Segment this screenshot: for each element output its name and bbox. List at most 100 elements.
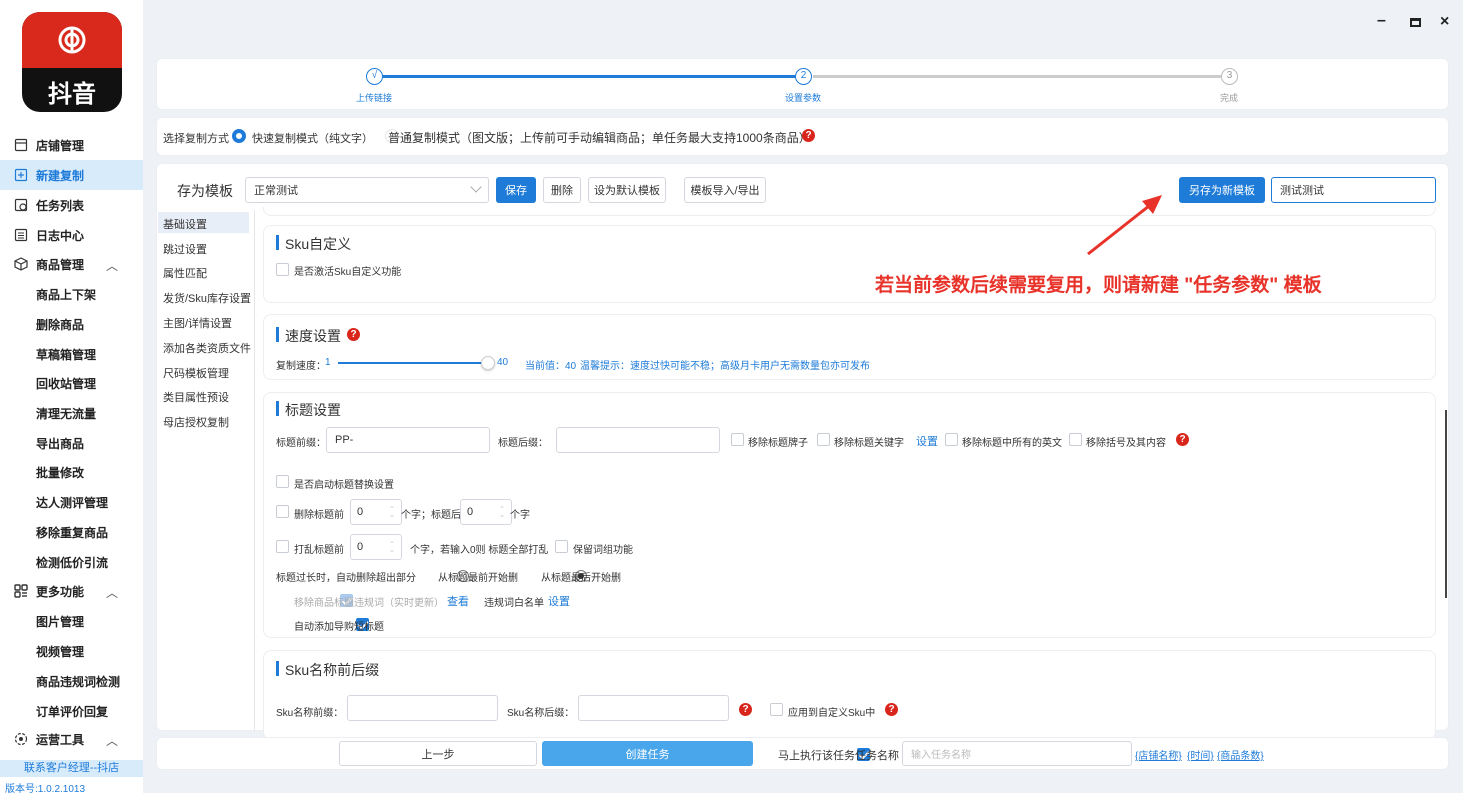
sidebar-subitem[interactable]: 图片管理 xyxy=(36,613,84,630)
step-line-done xyxy=(383,75,796,78)
activate-sku-custom-checkbox[interactable] xyxy=(276,263,289,276)
insert-store-name-link[interactable]: {店铺名称} xyxy=(1135,747,1182,762)
sidebar-subitem[interactable]: 视频管理 xyxy=(36,643,84,660)
remove-brackets-checkbox[interactable] xyxy=(1069,433,1082,446)
remove-brand-checkbox[interactable] xyxy=(731,433,744,446)
help-icon[interactable]: ? xyxy=(1176,433,1189,446)
sidebar-group-ops[interactable]: 运营工具 ︿ xyxy=(0,724,143,754)
create-task-button[interactable]: 创建任务 xyxy=(542,741,753,766)
delete-before-stepper[interactable]: 0 ⌃ ⌄ xyxy=(350,499,402,525)
sidebar-subitem[interactable]: 商品违规词检测 xyxy=(36,673,120,690)
chars-title-after-label: 个字；标题后 xyxy=(401,510,461,521)
stepper-value: 0 xyxy=(467,506,474,518)
title-prefix-input[interactable]: PP- xyxy=(326,427,490,453)
tab-attr-match[interactable]: 属性匹配 xyxy=(163,265,207,281)
sidebar-subitem[interactable]: 达人测评管理 xyxy=(36,494,108,511)
sidebar-subitem[interactable]: 删除商品 xyxy=(36,316,84,333)
sidebar-subitem[interactable]: 移除重复商品 xyxy=(36,524,108,541)
sku-suffix-label: Sku名称后缀： xyxy=(507,708,575,719)
run-now-label: 马上执行该任务 xyxy=(778,750,855,762)
help-icon[interactable]: ? xyxy=(885,703,898,716)
tab-image-detail[interactable]: 主图/详情设置 xyxy=(163,315,232,331)
step-line-pending xyxy=(813,75,1221,78)
fast-mode-label[interactable]: 快速复制模式（纯文字） xyxy=(252,130,373,146)
remove-keywords-checkbox[interactable] xyxy=(817,433,830,446)
sku-suffix-input[interactable] xyxy=(578,695,729,721)
tab-basic[interactable]: 基础设置 xyxy=(163,216,207,232)
logo-text: 抖音 xyxy=(48,81,96,108)
help-icon[interactable]: ? xyxy=(347,328,360,341)
tab-size-template[interactable]: 尺码模板管理 xyxy=(163,365,229,381)
remove-english-label: 移除标题中所有的英文 xyxy=(962,438,1062,449)
sidebar-subitem[interactable]: 商品上下架 xyxy=(36,286,96,303)
view-violation-link[interactable]: 查看 xyxy=(447,593,469,609)
tab-category-preset[interactable]: 类目属性预设 xyxy=(163,389,229,405)
title-suffix-input[interactable] xyxy=(556,427,720,453)
contact-manager-link[interactable]: 联系客户经理--抖店 xyxy=(0,760,143,777)
maximize-button[interactable] xyxy=(1410,18,1421,27)
help-icon[interactable]: ? xyxy=(802,129,815,142)
task-name-input[interactable]: 输入任务名称 xyxy=(902,741,1132,766)
prev-step-button[interactable]: 上一步 xyxy=(339,741,537,766)
enable-replace-checkbox[interactable] xyxy=(276,475,289,488)
keep-phrase-checkbox[interactable] xyxy=(555,540,568,553)
insert-time-link[interactable]: {时间} xyxy=(1187,747,1214,762)
insert-goods-count-link[interactable]: {商品条数} xyxy=(1217,747,1264,762)
sidebar-subitem[interactable]: 订单评价回复 xyxy=(36,703,108,720)
sidebar-group-goods[interactable]: 商品管理 ︿ xyxy=(0,249,143,279)
speed-slider-track[interactable] xyxy=(338,362,488,364)
save-new-template-button[interactable]: 另存为新模板 xyxy=(1179,177,1265,203)
sidebar-item-store[interactable]: 店铺管理 xyxy=(0,130,143,160)
sidebar-item-log[interactable]: 日志中心 xyxy=(0,220,143,250)
sidebar-subitem[interactable]: 批量修改 xyxy=(36,464,84,481)
chevron-up-icon: ︿ xyxy=(106,586,119,600)
sidebar-group-more[interactable]: 更多功能 ︿ xyxy=(0,576,143,606)
tab-shipping-sku[interactable]: 发货/Sku库存设置 xyxy=(163,290,251,306)
new-template-name-input[interactable]: 测试测试 xyxy=(1271,177,1436,203)
close-button[interactable]: × xyxy=(1440,13,1449,31)
import-export-button[interactable]: 模板导入/导出 xyxy=(684,177,766,203)
chars-label: 个字 xyxy=(510,510,530,521)
tab-auth-copy[interactable]: 母店授权复制 xyxy=(163,414,229,430)
tab-skip[interactable]: 跳过设置 xyxy=(163,241,207,257)
sidebar-subitem[interactable]: 检测低价引流 xyxy=(36,554,108,571)
app-logo: 抖音 xyxy=(22,12,122,112)
sidebar-subitem[interactable]: 导出商品 xyxy=(36,435,84,452)
tab-qualification[interactable]: 添加各类资质文件 xyxy=(163,340,251,356)
save-button[interactable]: 保存 xyxy=(496,177,536,203)
content-top-border xyxy=(263,207,1436,216)
sidebar-group-label: 运营工具 xyxy=(36,732,85,747)
set-default-button[interactable]: 设为默认模板 xyxy=(588,177,666,203)
version-label: 版本号:1.0.2.1013 xyxy=(5,784,86,793)
fast-mode-radio[interactable] xyxy=(232,129,246,143)
stepper-arrows-icon[interactable]: ⌃ ⌄ xyxy=(387,541,397,554)
remove-english-checkbox[interactable] xyxy=(945,433,958,446)
sidebar-subitem[interactable]: 草稿箱管理 xyxy=(36,346,96,363)
template-select[interactable]: 正常测试 xyxy=(245,177,489,203)
keywords-settings-link[interactable]: 设置 xyxy=(916,433,938,449)
delete-after-stepper[interactable]: 0 ⌃ ⌄ xyxy=(460,499,512,525)
speed-slider-thumb[interactable] xyxy=(481,356,495,370)
sidebar-subitem[interactable]: 回收站管理 xyxy=(36,375,96,392)
keep-phrase-label: 保留词组功能 xyxy=(573,545,633,556)
add-copy-icon xyxy=(14,168,28,182)
help-icon[interactable]: ? xyxy=(739,703,752,716)
minimize-button[interactable]: – xyxy=(1377,12,1386,30)
scrollbar-thumb[interactable] xyxy=(1445,410,1447,598)
apply-custom-sku-checkbox[interactable] xyxy=(770,703,783,716)
normal-mode-label[interactable]: 普通复制模式（图文版；上传前可手动编辑商品；单任务最大支持1000条商品） xyxy=(388,129,811,146)
sidebar-subitem[interactable]: 清理无流量 xyxy=(36,405,96,422)
enable-replace-label: 是否启动标题替换设置 xyxy=(294,480,394,491)
shuffle-title-checkbox[interactable] xyxy=(276,540,289,553)
sidebar-item-new-copy[interactable]: 新建复制 xyxy=(0,160,143,190)
sidebar-item-task-list[interactable]: 任务列表 xyxy=(0,190,143,220)
section-title: 标题设置 xyxy=(276,401,341,418)
shuffle-stepper[interactable]: 0 ⌃ ⌄ xyxy=(350,534,402,560)
delete-button[interactable]: 删除 xyxy=(543,177,581,203)
stepper-arrows-icon[interactable]: ⌃ ⌄ xyxy=(387,506,397,519)
delete-title-checkbox[interactable] xyxy=(276,505,289,518)
whitelist-settings-link[interactable]: 设置 xyxy=(548,593,570,609)
template-select-value: 正常测试 xyxy=(254,185,298,197)
sku-prefix-input[interactable] xyxy=(347,695,498,721)
stepper-arrows-icon[interactable]: ⌃ ⌄ xyxy=(497,506,507,519)
